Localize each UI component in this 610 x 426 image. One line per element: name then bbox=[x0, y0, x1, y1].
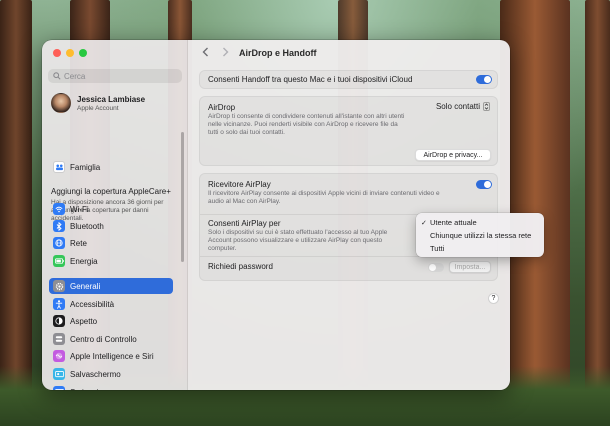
set-password-button[interactable]: Imposta... bbox=[449, 261, 491, 273]
applecare-title: Aggiungi la copertura AppleCare+ bbox=[51, 187, 171, 196]
airplay-permission-menu: ✓ Utente attuale Chiunque utilizzi la st… bbox=[416, 213, 544, 257]
menu-item-everyone[interactable]: Tutti bbox=[416, 242, 544, 255]
close-button[interactable] bbox=[53, 49, 61, 57]
sidebar-item-label: Centro di Controllo bbox=[70, 334, 137, 344]
menu-item-label: Utente attuale bbox=[430, 218, 477, 227]
family-icon bbox=[53, 161, 65, 173]
menu-item-label: Chiunque utilizzi la stessa rete bbox=[430, 231, 532, 240]
help-button[interactable]: ? bbox=[488, 293, 499, 304]
menu-item-current-user[interactable]: ✓ Utente attuale bbox=[416, 216, 544, 229]
sidebar-item-rete[interactable]: Rete bbox=[49, 235, 173, 251]
allow-airplay-description: Solo i dispositivi su cui è stato effett… bbox=[208, 229, 388, 252]
battery-icon bbox=[53, 255, 65, 267]
airplay-label: Ricevitore AirPlay bbox=[208, 180, 271, 189]
sidebar-scrollbar[interactable] bbox=[181, 132, 184, 262]
minimize-button[interactable] bbox=[66, 49, 74, 57]
sidebar-item-label: Generali bbox=[70, 281, 101, 291]
forward-button[interactable] bbox=[219, 47, 231, 60]
sidebar-item-energia[interactable]: Energia bbox=[49, 253, 173, 269]
sidebar-item-label: Accessibilità bbox=[70, 299, 115, 309]
airplay-description: Il ricevitore AirPlay consente ai dispos… bbox=[208, 190, 440, 205]
up-down-chevron-icon bbox=[483, 102, 490, 111]
zoom-button[interactable] bbox=[79, 49, 87, 57]
menu-item-label: Tutti bbox=[430, 244, 445, 253]
checkmark-icon: ✓ bbox=[421, 219, 427, 227]
sidebar-item-label: Famiglia bbox=[70, 162, 101, 172]
airdrop-visibility-value: Solo contatti bbox=[435, 102, 480, 111]
sidebar: Jessica Lambiase Apple Account Famiglia … bbox=[42, 40, 188, 390]
wifi-icon bbox=[53, 203, 65, 215]
airdrop-card: AirDrop Solo contatti AirDrop ti consent… bbox=[199, 96, 498, 166]
sidebar-item-wi-fi[interactable]: Wi-Fi bbox=[49, 201, 173, 217]
gear-icon bbox=[53, 280, 65, 292]
screensaver-icon bbox=[53, 368, 65, 380]
sidebar-item-centro-di-controllo[interactable]: Centro di Controllo bbox=[49, 331, 173, 347]
apple-account[interactable]: Jessica Lambiase Apple Account bbox=[51, 93, 145, 113]
sidebar-item-label: Scrivania bbox=[70, 388, 103, 391]
sidebar-item-scrivania[interactable]: Scrivania bbox=[49, 384, 173, 390]
airdrop-description: AirDrop ti consente di condividere conte… bbox=[208, 113, 405, 136]
airdrop-label: AirDrop bbox=[208, 103, 236, 112]
help-icon: ? bbox=[491, 295, 496, 302]
airplay-receiver-toggle[interactable] bbox=[476, 180, 492, 189]
desktop-icon bbox=[53, 386, 65, 390]
sidebar-item-label: Salvaschermo bbox=[70, 369, 121, 379]
password-label: Richiedi password bbox=[208, 262, 273, 271]
sidebar-item-label: Apple Intelligence e Siri bbox=[70, 351, 154, 361]
bluetooth-icon bbox=[53, 220, 65, 232]
window-controls bbox=[53, 49, 87, 57]
sidebar-item-apple-intelligence-e-siri[interactable]: Apple Intelligence e Siri bbox=[49, 348, 173, 364]
sidebar-item-label: Energia bbox=[70, 256, 98, 266]
search-icon bbox=[53, 72, 61, 80]
airdrop-visibility-select[interactable]: Solo contatti bbox=[436, 102, 490, 111]
account-subtitle: Apple Account bbox=[77, 104, 119, 112]
back-button[interactable] bbox=[199, 47, 211, 60]
search-field[interactable] bbox=[48, 69, 182, 83]
menu-item-same-network[interactable]: Chiunque utilizzi la stessa rete bbox=[416, 229, 544, 242]
sidebar-item-aspetto[interactable]: Aspetto bbox=[49, 313, 173, 329]
control-center-icon bbox=[53, 333, 65, 345]
search-input[interactable] bbox=[64, 71, 174, 81]
avatar bbox=[51, 93, 71, 113]
handoff-card: Consenti Handoff tra questo Mac e i tuoi… bbox=[199, 70, 498, 89]
chevron-right-icon bbox=[222, 47, 228, 57]
page-title: AirDrop e Handoff bbox=[239, 48, 317, 58]
sidebar-item-generali[interactable]: Generali bbox=[49, 278, 173, 294]
account-name: Jessica Lambiase bbox=[77, 94, 146, 104]
allow-airplay-label: Consenti AirPlay per bbox=[208, 219, 281, 228]
sidebar-item-label: Aspetto bbox=[70, 316, 98, 326]
password-toggle[interactable] bbox=[428, 263, 444, 272]
accessibility-icon bbox=[53, 298, 65, 310]
sidebar-item-salvaschermo[interactable]: Salvaschermo bbox=[49, 366, 173, 382]
handoff-toggle[interactable] bbox=[476, 75, 492, 84]
appearance-icon bbox=[53, 315, 65, 327]
airdrop-privacy-button[interactable]: AirDrop e privacy... bbox=[415, 149, 491, 161]
sidebar-item-label: Wi-Fi bbox=[70, 204, 89, 214]
sidebar-item-label: Rete bbox=[70, 238, 87, 248]
siri-icon bbox=[53, 350, 65, 362]
handoff-label: Consenti Handoff tra questo Mac e i tuoi… bbox=[208, 75, 413, 84]
globe-icon bbox=[53, 237, 65, 249]
sidebar-item-family[interactable]: Famiglia bbox=[49, 159, 173, 175]
chevron-left-icon bbox=[202, 47, 208, 57]
sidebar-item-bluetooth[interactable]: Bluetooth bbox=[49, 218, 173, 234]
sidebar-item-label: Bluetooth bbox=[70, 221, 104, 231]
sidebar-item-accessibilit[interactable]: Accessibilità bbox=[49, 296, 173, 312]
